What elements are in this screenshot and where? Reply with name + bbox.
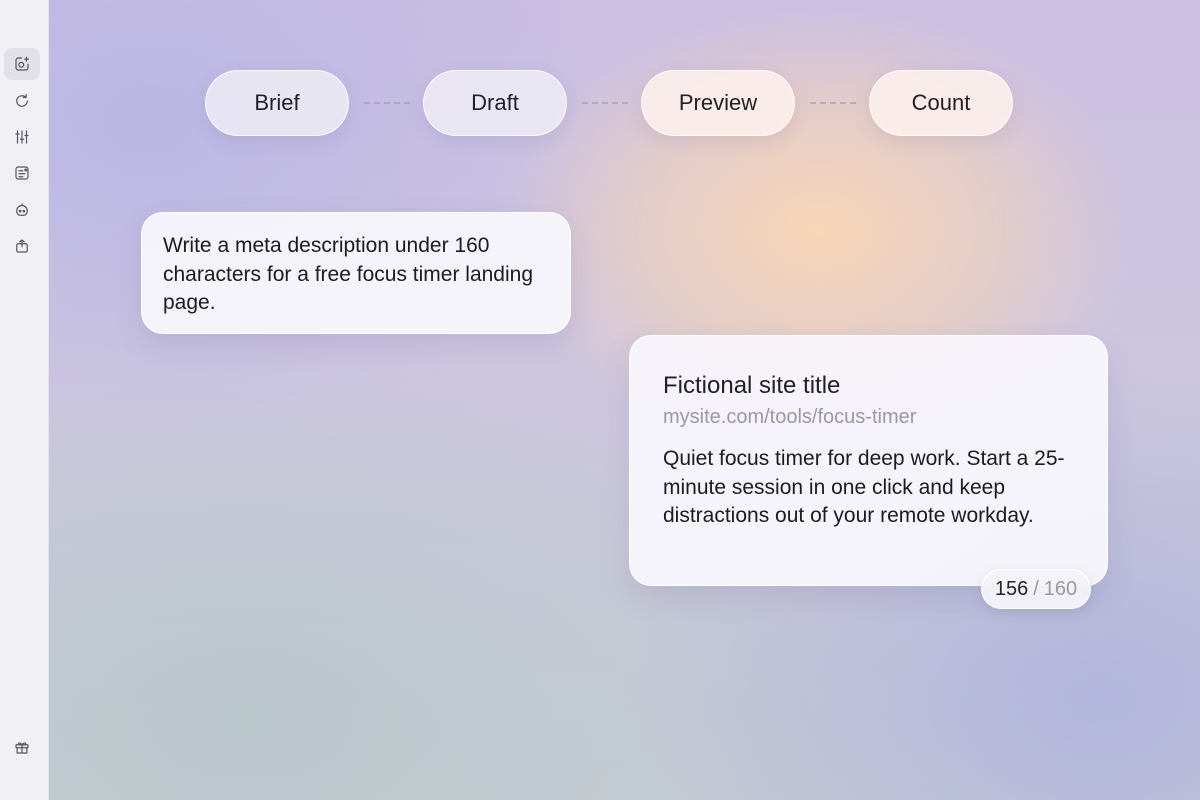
character-count-separator: / [1033, 577, 1039, 600]
preview-site-url: mysite.com/tools/focus-timer [663, 406, 917, 428]
sidebar-adjust-button[interactable] [4, 121, 40, 153]
sidebar-refresh-button[interactable] [4, 85, 40, 117]
character-count-max: 160 [1043, 577, 1078, 600]
step-connector [582, 102, 628, 104]
sidebar-gift-button[interactable] [4, 731, 40, 763]
step-preview[interactable]: Preview [641, 70, 795, 136]
step-count[interactable]: Count [869, 70, 1013, 136]
adjust-icon [15, 130, 29, 144]
sidebar-assistant-button[interactable] [4, 194, 40, 226]
share-icon [16, 239, 28, 253]
step-draft[interactable]: Draft [423, 70, 567, 136]
sidebar-share-button[interactable] [4, 230, 40, 262]
new-chat-icon [15, 56, 29, 71]
preview-site-title: Fictional site title [663, 372, 841, 399]
search-preview-card: Fictional site title mysite.com/tools/fo… [629, 335, 1108, 586]
step-connector [364, 102, 410, 104]
sidebar-new-chat-button[interactable] [4, 48, 40, 80]
step-brief[interactable]: Brief [205, 70, 349, 136]
character-count-badge: 156 / 160 [981, 569, 1091, 609]
sidebar-notes-button[interactable] [4, 157, 40, 189]
refresh-icon [16, 94, 28, 107]
sidebar [0, 0, 49, 800]
notes-icon [15, 166, 29, 180]
assistant-icon [16, 203, 28, 216]
character-count-current: 156 [994, 577, 1029, 600]
preview-meta-description: Quiet focus timer for deep work. Start a… [663, 447, 1065, 527]
step-connector [810, 102, 856, 104]
prompt-message: Write a meta description under 160 chara… [141, 212, 571, 334]
prompt-text: Write a meta description under 160 chara… [163, 234, 534, 314]
gift-icon [15, 742, 29, 754]
